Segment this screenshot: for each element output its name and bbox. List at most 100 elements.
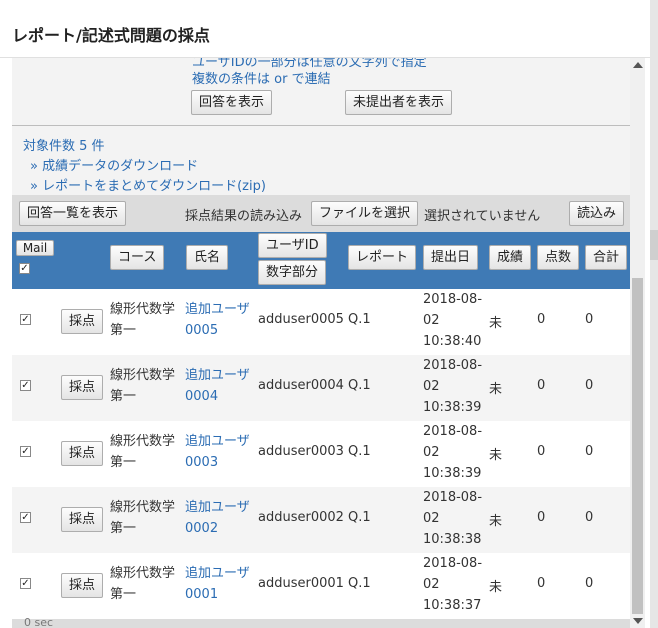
name-link[interactable]: 追加ユーザ 0002 — [185, 497, 250, 539]
grade-button[interactable]: 採点 — [61, 507, 104, 532]
report-cell: Q.1 — [348, 510, 371, 525]
table-row: ✓ 採点 線形代数学 第一 追加ユーザ 0003 adduser0003 Q.1 2… — [12, 421, 630, 487]
total-cell: 0 — [585, 510, 594, 525]
dialog-content: ユーザIDの一部分は任意の文字列で指定 複数の条件は or で連結 回答を表示 … — [12, 58, 630, 628]
name-line-1[interactable]: 追加ユーザ — [185, 434, 250, 449]
submitted-cell: 2018-08- 02 10:38:40 — [423, 289, 482, 352]
name-line-2[interactable]: 0004 — [185, 389, 218, 404]
date-line-3: 10:38:37 — [423, 598, 482, 613]
scrollbar-thumb[interactable] — [632, 278, 643, 614]
load-button[interactable]: 読込み — [569, 201, 625, 226]
course-line-1: 線形代数学 — [110, 434, 176, 449]
name-line-2[interactable]: 0001 — [185, 587, 218, 602]
sort-submitted-button[interactable]: 提出日 — [423, 245, 479, 270]
table-header: Mail ✓ コース 氏名 ユーザID 数字部分 レポート 提出日 成績 点数 … — [12, 232, 630, 289]
submitted-cell: 2018-08- 02 10:38:39 — [423, 355, 482, 418]
answer-list-button[interactable]: 回答一覧を表示 — [19, 201, 127, 226]
grade-cell: 未 — [489, 316, 503, 331]
date-line-3: 10:38:39 — [423, 400, 482, 415]
page-scrollbar-edge — [650, 0, 658, 628]
sort-digits-button[interactable]: 数字部分 — [258, 260, 327, 285]
course-line-2: 第一 — [110, 455, 137, 470]
name-link[interactable]: 追加ユーザ 0001 — [185, 563, 250, 605]
mail-header-button[interactable]: Mail — [16, 240, 54, 256]
select-all-checkbox[interactable]: ✓ — [19, 263, 30, 274]
submitted-cell: 2018-08- 02 10:38:38 — [423, 487, 482, 550]
name-line-2[interactable]: 0002 — [185, 521, 218, 536]
course-line-2: 第一 — [110, 587, 137, 602]
scroll-down-arrow-icon[interactable] — [633, 618, 643, 624]
row-select-checkbox[interactable]: ✓ — [20, 512, 31, 523]
grade-button[interactable]: 採点 — [61, 375, 104, 400]
no-file-text: 選択されていません — [424, 209, 541, 224]
userid-cell: adduser0002 — [258, 510, 344, 525]
scroll-up-arrow-icon[interactable] — [633, 62, 643, 68]
vertical-scrollbar[interactable] — [630, 58, 645, 628]
name-link[interactable]: 追加ユーザ 0005 — [185, 299, 250, 341]
import-toolbar: 回答一覧を表示 採点結果の読み込み ファイルを選択 選択されていません 読込み — [12, 195, 630, 232]
sort-userid-button[interactable]: ユーザID — [258, 233, 327, 258]
grade-button[interactable]: 採点 — [61, 309, 104, 334]
score-cell: 0 — [537, 378, 546, 393]
submitted-cell: 2018-08- 02 10:38:37 — [423, 553, 482, 616]
choose-file-button[interactable]: ファイルを選択 — [311, 201, 419, 226]
sort-name-button[interactable]: 氏名 — [186, 245, 229, 270]
date-line-1: 2018-08- — [423, 490, 483, 505]
name-link[interactable]: 追加ユーザ 0004 — [185, 365, 250, 407]
date-line-2: 02 — [423, 577, 440, 592]
name-line-1[interactable]: 追加ユーザ — [185, 500, 250, 515]
row-select-checkbox[interactable]: ✓ — [20, 380, 31, 391]
grading-dialog: レポート/記述式問題の採点 ユーザIDの一部分は任意の文字列で指定 複数の条件は… — [0, 0, 650, 628]
grade-cell: 未 — [489, 448, 503, 463]
import-label: 採点結果の読み込み — [185, 209, 303, 224]
date-line-2: 02 — [423, 313, 440, 328]
row-select-checkbox[interactable]: ✓ — [20, 446, 31, 457]
footer-bar: 0 sec — [12, 616, 630, 628]
score-cell: 0 — [537, 312, 546, 327]
grade-cell: 未 — [489, 382, 503, 397]
total-cell: 0 — [585, 378, 594, 393]
sort-course-button[interactable]: コース — [110, 245, 165, 270]
course-cell: 線形代数学 第一 — [110, 365, 175, 407]
date-line-2: 02 — [423, 511, 440, 526]
grade-button[interactable]: 採点 — [61, 441, 104, 466]
total-cell: 0 — [585, 444, 594, 459]
name-line-2[interactable]: 0005 — [185, 323, 218, 338]
name-line-1[interactable]: 追加ユーザ — [185, 368, 250, 383]
download-grades-link[interactable]: » 成績データのダウンロード — [30, 155, 198, 174]
row-select-checkbox[interactable]: ✓ — [20, 578, 31, 589]
sort-report-button[interactable]: レポート — [348, 245, 417, 270]
sort-score-button[interactable]: 点数 — [537, 245, 580, 270]
userid-cell: adduser0004 — [258, 378, 344, 393]
name-line-1[interactable]: 追加ユーザ — [185, 302, 250, 317]
grade-button[interactable]: 採点 — [61, 573, 104, 598]
report-cell: Q.1 — [348, 312, 371, 327]
dialog-header: レポート/記述式問題の採点 — [0, 0, 650, 58]
name-line-2[interactable]: 0003 — [185, 455, 218, 470]
total-cell: 0 — [585, 312, 594, 327]
course-cell: 線形代数学 第一 — [110, 299, 175, 341]
date-line-2: 02 — [423, 379, 440, 394]
report-cell: Q.1 — [348, 378, 371, 393]
name-link[interactable]: 追加ユーザ 0003 — [185, 431, 250, 473]
table-row: ✓ 採点 線形代数学 第一 追加ユーザ 0001 adduser0001 Q.1 2… — [12, 553, 630, 619]
course-line-2: 第一 — [110, 521, 137, 536]
show-unsubmitted-button[interactable]: 未提出者を表示 — [345, 90, 453, 115]
score-cell: 0 — [537, 444, 546, 459]
date-line-3: 10:38:40 — [423, 334, 482, 349]
page-scrollbar-knob — [650, 230, 658, 260]
score-cell: 0 — [537, 576, 546, 591]
name-line-1[interactable]: 追加ユーザ — [185, 566, 250, 581]
download-reports-link[interactable]: » レポートをまとめてダウンロード(zip) — [30, 175, 266, 194]
course-cell: 線形代数学 第一 — [110, 431, 175, 473]
show-answers-button[interactable]: 回答を表示 — [191, 90, 273, 115]
dialog-title: レポート/記述式問題の採点 — [12, 26, 210, 45]
course-cell: 線形代数学 第一 — [110, 563, 175, 605]
date-line-1: 2018-08- — [423, 358, 483, 373]
sort-grade-button[interactable]: 成績 — [489, 245, 532, 270]
row-select-checkbox[interactable]: ✓ — [20, 314, 31, 325]
course-line-1: 線形代数学 — [110, 500, 176, 515]
course-line-1: 線形代数学 — [110, 368, 176, 383]
sort-total-button[interactable]: 合計 — [585, 245, 628, 270]
total-cell: 0 — [585, 576, 594, 591]
